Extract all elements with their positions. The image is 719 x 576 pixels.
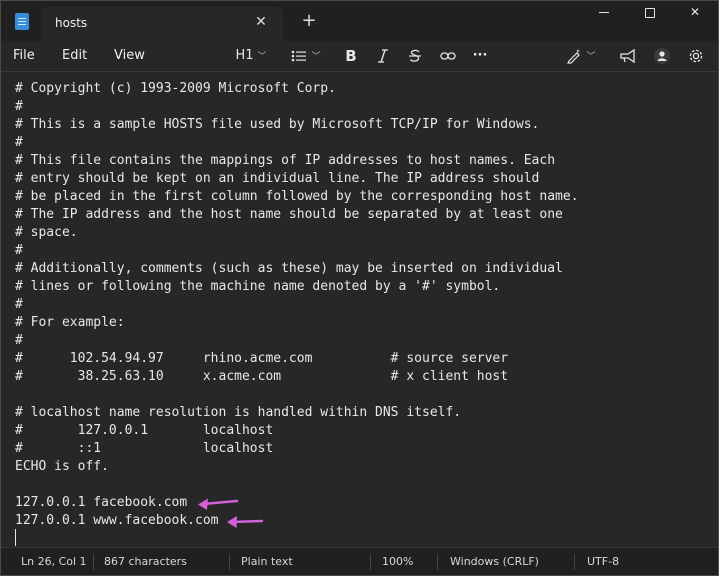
tab-hosts[interactable]: hosts ✕ <box>41 7 283 41</box>
editor-line: # 38.25.63.10 x.acme.com # x client host <box>15 369 509 384</box>
editor-line: 127.0.0.1 www.facebook.com <box>15 513 219 528</box>
editor-line: # <box>15 333 23 348</box>
menu-view[interactable]: View <box>114 48 145 63</box>
editor-line: # lines or following the machine name de… <box>15 279 501 294</box>
editor-line: # 102.54.94.97 rhino.acme.com # source s… <box>15 351 509 366</box>
rewrite-icon <box>567 48 581 64</box>
editor-line: # ::1 localhost <box>15 441 274 456</box>
list-dropdown[interactable]: ﹀ <box>286 45 326 67</box>
tab-close-icon[interactable]: ✕ <box>251 12 271 32</box>
editor-line: # <box>15 297 23 312</box>
chevron-down-icon: ﹀ <box>586 52 596 62</box>
notepad-window: hosts ✕ + ✕ File Edit View H1 ﹀ ﹀ B ··· ﹀ <box>0 0 719 576</box>
settings-button[interactable] <box>685 45 707 67</box>
text-cursor <box>15 529 16 546</box>
account-button[interactable] <box>651 45 673 67</box>
editor-line: 127.0.0.1 facebook.com <box>15 495 188 510</box>
link-button[interactable] <box>437 45 459 67</box>
line-ending[interactable]: Windows (CRLF) <box>450 555 539 568</box>
status-divider <box>370 554 371 570</box>
editor-line: # The IP address and the host name shoul… <box>15 207 563 222</box>
megaphone-icon <box>620 48 635 63</box>
minimize-icon <box>599 12 609 13</box>
gear-icon <box>689 49 703 62</box>
editor-line: # localhost name resolution is handled w… <box>15 405 462 420</box>
status-bar: Ln 26, Col 1 867 characters Plain text 1… <box>1 547 718 575</box>
minimize-button[interactable] <box>581 1 627 25</box>
chevron-down-icon: ﹀ <box>311 52 321 62</box>
text-encoding[interactable]: UTF-8 <box>587 555 619 568</box>
annotation-arrow <box>227 516 264 528</box>
italic-icon <box>378 48 388 63</box>
bullet-list-icon <box>292 50 307 61</box>
more-options-button[interactable]: ··· <box>469 45 491 67</box>
editor-line: # be placed in the first column followed… <box>15 189 579 204</box>
editor-line: # entry should be kept on an individual … <box>15 171 540 186</box>
title-bar: hosts ✕ + ✕ <box>1 1 718 41</box>
editor-line: # This is a sample HOSTS file used by Mi… <box>15 117 540 132</box>
new-tab-button[interactable]: + <box>299 11 319 31</box>
close-window-button[interactable]: ✕ <box>672 1 718 25</box>
editor-line: # <box>15 243 23 258</box>
strikethrough-button[interactable] <box>405 45 425 67</box>
editor-content: # Copyright (c) 1993-2009 Microsoft Corp… <box>15 80 579 530</box>
status-divider <box>574 554 575 570</box>
copilot-dropdown[interactable]: ﹀ <box>561 45 601 67</box>
chevron-down-icon: ﹀ <box>257 52 267 62</box>
menu-edit[interactable]: Edit <box>62 48 87 63</box>
link-icon <box>440 51 456 60</box>
editor-line: # 127.0.0.1 localhost <box>15 423 274 438</box>
maximize-button[interactable] <box>627 1 673 25</box>
menu-bar: File Edit View H1 ﹀ ﹀ B ··· ﹀ <box>1 41 718 71</box>
text-editor[interactable]: # Copyright (c) 1993-2009 Microsoft Corp… <box>1 71 718 547</box>
zoom-level[interactable]: 100% <box>382 555 413 568</box>
menu-file[interactable]: File <box>13 48 35 63</box>
avatar-icon <box>654 47 670 64</box>
annotation-arrow <box>198 498 239 510</box>
announcement-button[interactable] <box>617 45 639 67</box>
editor-line: # This file contains the mappings of IP … <box>15 153 556 168</box>
heading-label: H1 <box>235 48 254 63</box>
file-format[interactable]: Plain text <box>241 555 293 568</box>
status-divider <box>93 554 94 570</box>
status-divider <box>229 554 230 570</box>
editor-line: # <box>15 99 23 114</box>
bold-button[interactable]: B <box>341 45 361 67</box>
editor-line: # <box>15 135 23 150</box>
italic-button[interactable] <box>373 45 393 67</box>
editor-line: ECHO is off. <box>15 459 109 474</box>
editor-line: # Additionally, comments (such as these)… <box>15 261 563 276</box>
editor-line: # Copyright (c) 1993-2009 Microsoft Corp… <box>15 81 336 96</box>
editor-line: # For example: <box>15 315 125 330</box>
strikethrough-icon <box>409 49 421 62</box>
cursor-position: Ln 26, Col 1 <box>21 555 87 568</box>
editor-line: # space. <box>15 225 78 240</box>
status-divider <box>437 554 438 570</box>
heading-dropdown[interactable]: H1 ﹀ <box>230 45 272 67</box>
maximize-icon <box>645 7 655 18</box>
notepad-app-icon <box>15 13 29 30</box>
character-count: 867 characters <box>104 555 187 568</box>
tab-title: hosts <box>55 16 88 30</box>
